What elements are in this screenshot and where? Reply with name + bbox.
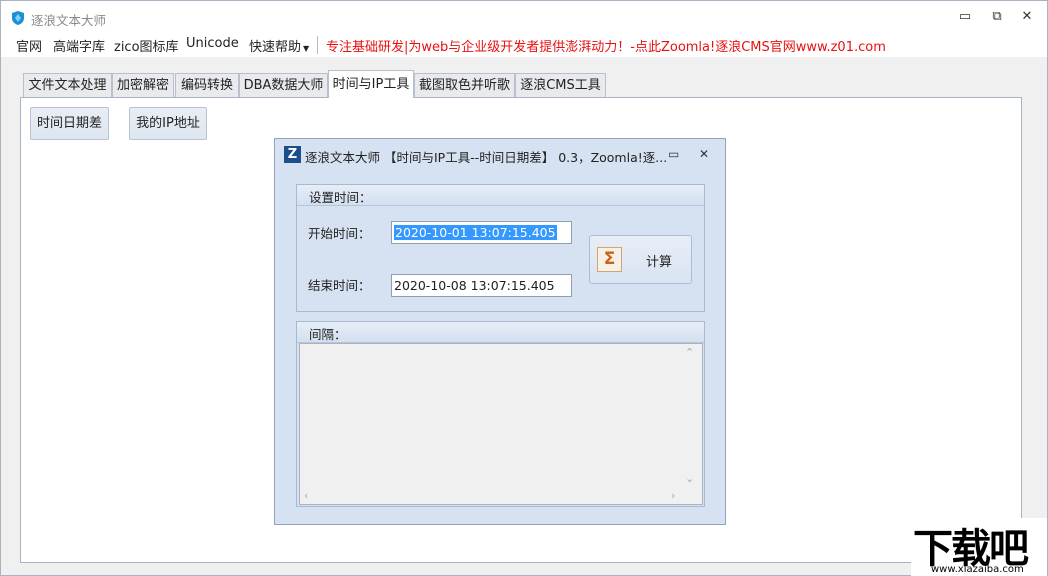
menu-unicode[interactable]: Unicode	[186, 36, 239, 51]
main-window: 逐浪文本大师 ▭ ⧉ ✕ 官网 高端字库 zico图标库 Unicode 快速帮…	[0, 0, 1048, 576]
menu-quick-help[interactable]: 快速帮助 ▼	[249, 36, 309, 55]
menu-quick-help-label: 快速帮助	[249, 40, 302, 55]
interval-label: 间隔：	[309, 327, 347, 342]
watermark-url: www.xiazaiba.com	[931, 564, 1024, 575]
zoomla-logo-icon: Z	[284, 146, 301, 163]
promo-link[interactable]: 专注基础研发|为web与企业级开发者提供澎湃动力！-点此Zoomla!逐浪CMS…	[326, 36, 886, 55]
tab-screenshot-color[interactable]: 截图取色并听歌	[414, 73, 515, 97]
minimize-button[interactable]: ▭	[956, 9, 974, 25]
my-ip-button[interactable]: 我的IP地址	[129, 107, 207, 140]
tab-file-text[interactable]: 文件文本处理	[23, 73, 112, 97]
app-shield-icon	[12, 11, 24, 25]
dialog-close-button[interactable]: ✕	[699, 147, 709, 161]
sigma-icon: Σ	[597, 247, 622, 272]
menu-official-site[interactable]: 官网	[16, 36, 42, 55]
interval-output[interactable]	[299, 343, 703, 505]
end-time-input[interactable]: 2020-10-08 13:07:15.405	[391, 274, 572, 297]
time-settings-label: 设置时间：	[309, 190, 372, 205]
watermark-logo: 下载吧 www.xiazaiba.com	[911, 518, 1047, 576]
menu-bar: 官网 高端字库 zico图标库 Unicode 快速帮助 ▼ 专注基础研发|为we…	[1, 33, 1047, 57]
tab-encoding[interactable]: 编码转换	[175, 73, 239, 97]
calculate-button[interactable]: Σ 计算	[589, 235, 692, 284]
window-title: 逐浪文本大师	[31, 13, 107, 28]
dialog-minimize-button[interactable]: ▭	[668, 147, 679, 161]
tab-encrypt[interactable]: 加密解密	[112, 73, 174, 97]
scroll-left-icon[interactable]: ‹	[304, 489, 308, 502]
restore-button[interactable]: ⧉	[988, 9, 1006, 25]
scroll-up-icon[interactable]: ⌃	[685, 346, 694, 359]
dialog-title-bar: Z 逐浪文本大师 【时间与IP工具--时间日期差】 0.3，Zoomla!逐..…	[275, 139, 725, 169]
dialog-title: 逐浪文本大师 【时间与IP工具--时间日期差】 0.3，Zoomla!逐...	[305, 150, 668, 165]
tab-cms-tools[interactable]: 逐浪CMS工具	[515, 73, 606, 97]
interval-group: 间隔： ⌃ ⌄ ‹ ›	[296, 321, 705, 507]
close-button[interactable]: ✕	[1018, 9, 1036, 25]
time-settings-header: 设置时间：	[297, 185, 704, 206]
date-diff-button[interactable]: 时间日期差	[30, 107, 109, 140]
tab-time-ip[interactable]: 时间与IP工具	[328, 70, 414, 98]
start-time-value: 2020-10-01 13:07:15.405	[394, 225, 557, 240]
menu-separator	[317, 36, 318, 54]
dropdown-arrow-icon: ▼	[303, 44, 310, 53]
start-time-label: 开始时间：	[308, 226, 371, 241]
time-settings-group: 设置时间： 开始时间： 2020-10-01 13:07:15.405 结束时间…	[296, 184, 705, 312]
scroll-right-icon[interactable]: ›	[671, 489, 675, 502]
menu-zico-icons[interactable]: zico图标库	[114, 36, 179, 55]
scroll-down-icon[interactable]: ⌄	[685, 472, 694, 485]
end-time-label: 结束时间：	[308, 278, 371, 293]
calculate-label: 计算	[646, 255, 673, 270]
start-time-input[interactable]: 2020-10-01 13:07:15.405	[391, 221, 572, 244]
date-diff-dialog: Z 逐浪文本大师 【时间与IP工具--时间日期差】 0.3，Zoomla!逐..…	[274, 138, 726, 525]
tab-dba[interactable]: DBA数据大师	[239, 73, 328, 97]
menu-font-library[interactable]: 高端字库	[53, 36, 105, 55]
title-bar: 逐浪文本大师 ▭ ⧉ ✕	[1, 1, 1047, 33]
interval-header: 间隔：	[297, 322, 704, 343]
